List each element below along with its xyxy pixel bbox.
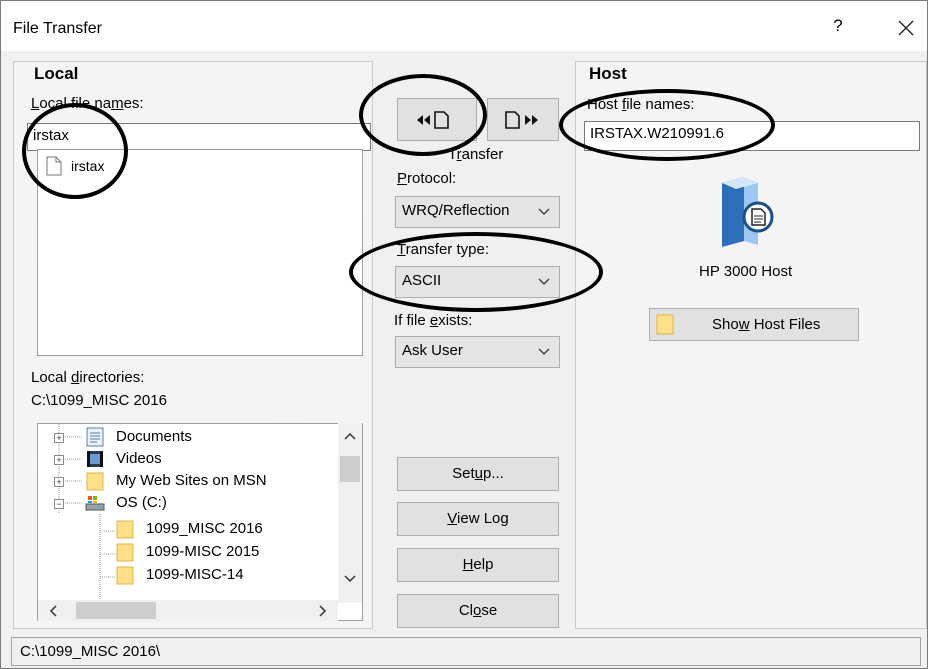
expand-icon[interactable]: +: [54, 455, 64, 465]
documents-icon: [86, 427, 104, 447]
tree-item-label: 1099_MISC 2016: [146, 520, 263, 537]
status-path: C:\1099_MISC 2016\: [20, 643, 161, 660]
tree-item-videos[interactable]: + Videos: [38, 448, 338, 470]
tree-horizontal-scrollbar[interactable]: [38, 600, 338, 621]
tree-item-my-web-sites[interactable]: + My Web Sites on MSN: [38, 470, 338, 492]
current-directory: C:\1099_MISC 2016: [31, 392, 167, 409]
transfer-type-select[interactable]: ASCII: [395, 266, 560, 298]
host-section-title: Host: [589, 64, 627, 83]
if-file-exists-value: Ask User: [402, 342, 463, 359]
protocol-value: WRQ/Reflection: [402, 202, 510, 219]
tree-item-os-c[interactable]: − OS (C:): [38, 492, 338, 514]
tree-vertical-scrollbar[interactable]: [338, 423, 362, 603]
show-host-files-button[interactable]: Show Host Files: [649, 308, 859, 341]
send-to-host-button[interactable]: [487, 98, 559, 141]
folder-icon: [116, 543, 134, 562]
help-icon[interactable]: ?: [826, 16, 850, 42]
protocol-select[interactable]: WRQ/Reflection: [395, 196, 560, 228]
scroll-arrows: [340, 432, 360, 583]
protocol-label: Protocol:: [397, 170, 457, 187]
setup-button[interactable]: Setup...: [397, 457, 559, 491]
if-file-exists-select[interactable]: Ask User: [395, 336, 560, 368]
transfer-label: Transfer: [448, 146, 504, 163]
drive-icon: [85, 496, 105, 511]
tree-item-1099-misc-2016[interactable]: 1099_MISC 2016: [38, 518, 338, 540]
transfer-type-value: ASCII: [402, 272, 442, 289]
dialog-body: Local Local file names: irstax irstax Lo…: [1, 51, 927, 668]
tree-item-label: 1099-MISC 2015: [146, 543, 260, 560]
close-button[interactable]: Close: [397, 594, 559, 628]
file-icon: [46, 156, 62, 176]
collapse-icon[interactable]: −: [54, 499, 64, 509]
if-file-exists-label: If file exists:: [394, 312, 473, 329]
tree-item-documents[interactable]: + Documents: [38, 426, 338, 448]
local-section-title: Local: [34, 64, 79, 83]
transfer-type-label: Transfer type:: [397, 241, 489, 258]
host-file-name-input[interactable]: IRSTAX.W210991.6: [584, 121, 920, 151]
chevron-down-icon: [538, 348, 550, 355]
title-bar: File Transfer ?: [1, 1, 927, 51]
window-title: File Transfer: [13, 20, 102, 37]
local-file-list[interactable]: irstax: [37, 149, 363, 356]
folder-icon: [86, 472, 104, 491]
tree-item-label: My Web Sites on MSN: [116, 472, 267, 489]
host-file-names-label: Host file names:: [587, 96, 695, 113]
show-host-files-label: Show Host Files: [712, 316, 821, 333]
folder-icon: [116, 566, 134, 585]
close-icon[interactable]: [891, 13, 921, 43]
help-button[interactable]: Help: [397, 548, 559, 582]
directory-tree[interactable]: + Documents + Videos + My Web Sites on M…: [37, 423, 363, 621]
receive-from-host-icon: [417, 111, 449, 129]
expand-icon[interactable]: +: [54, 433, 64, 443]
tree-item-1099-misc-14[interactable]: 1099-MISC-14: [38, 564, 338, 586]
chevron-down-icon: [538, 208, 550, 215]
expand-icon[interactable]: +: [54, 477, 64, 487]
tree-item-1099-misc-2015[interactable]: 1099-MISC 2015: [38, 541, 338, 563]
receive-from-host-button[interactable]: [397, 98, 477, 141]
local-directories-label: Local directories:: [31, 369, 145, 386]
scroll-arrows: [49, 602, 327, 619]
folder-icon: [116, 520, 134, 539]
tree-item-label: Documents: [116, 428, 192, 445]
file-transfer-window: File Transfer ? Local Local file names: …: [0, 0, 928, 669]
file-name: irstax: [71, 158, 105, 174]
view-log-button[interactable]: View Log: [397, 502, 559, 536]
chevron-down-icon: [538, 278, 550, 285]
tree-item-label: OS (C:): [116, 494, 167, 511]
videos-icon: [87, 451, 103, 467]
local-file-names-label: Local file names:: [31, 95, 144, 112]
status-bar: C:\1099_MISC 2016\: [11, 637, 921, 666]
local-file-name-input[interactable]: irstax: [27, 123, 371, 151]
folder-icon: [656, 314, 674, 335]
host-name-label: HP 3000 Host: [699, 263, 793, 280]
tree-item-label: 1099-MISC-14: [146, 566, 244, 583]
send-to-host-icon: [505, 111, 538, 129]
host-server-icon: [722, 177, 774, 247]
tree-item-label: Videos: [116, 450, 162, 467]
